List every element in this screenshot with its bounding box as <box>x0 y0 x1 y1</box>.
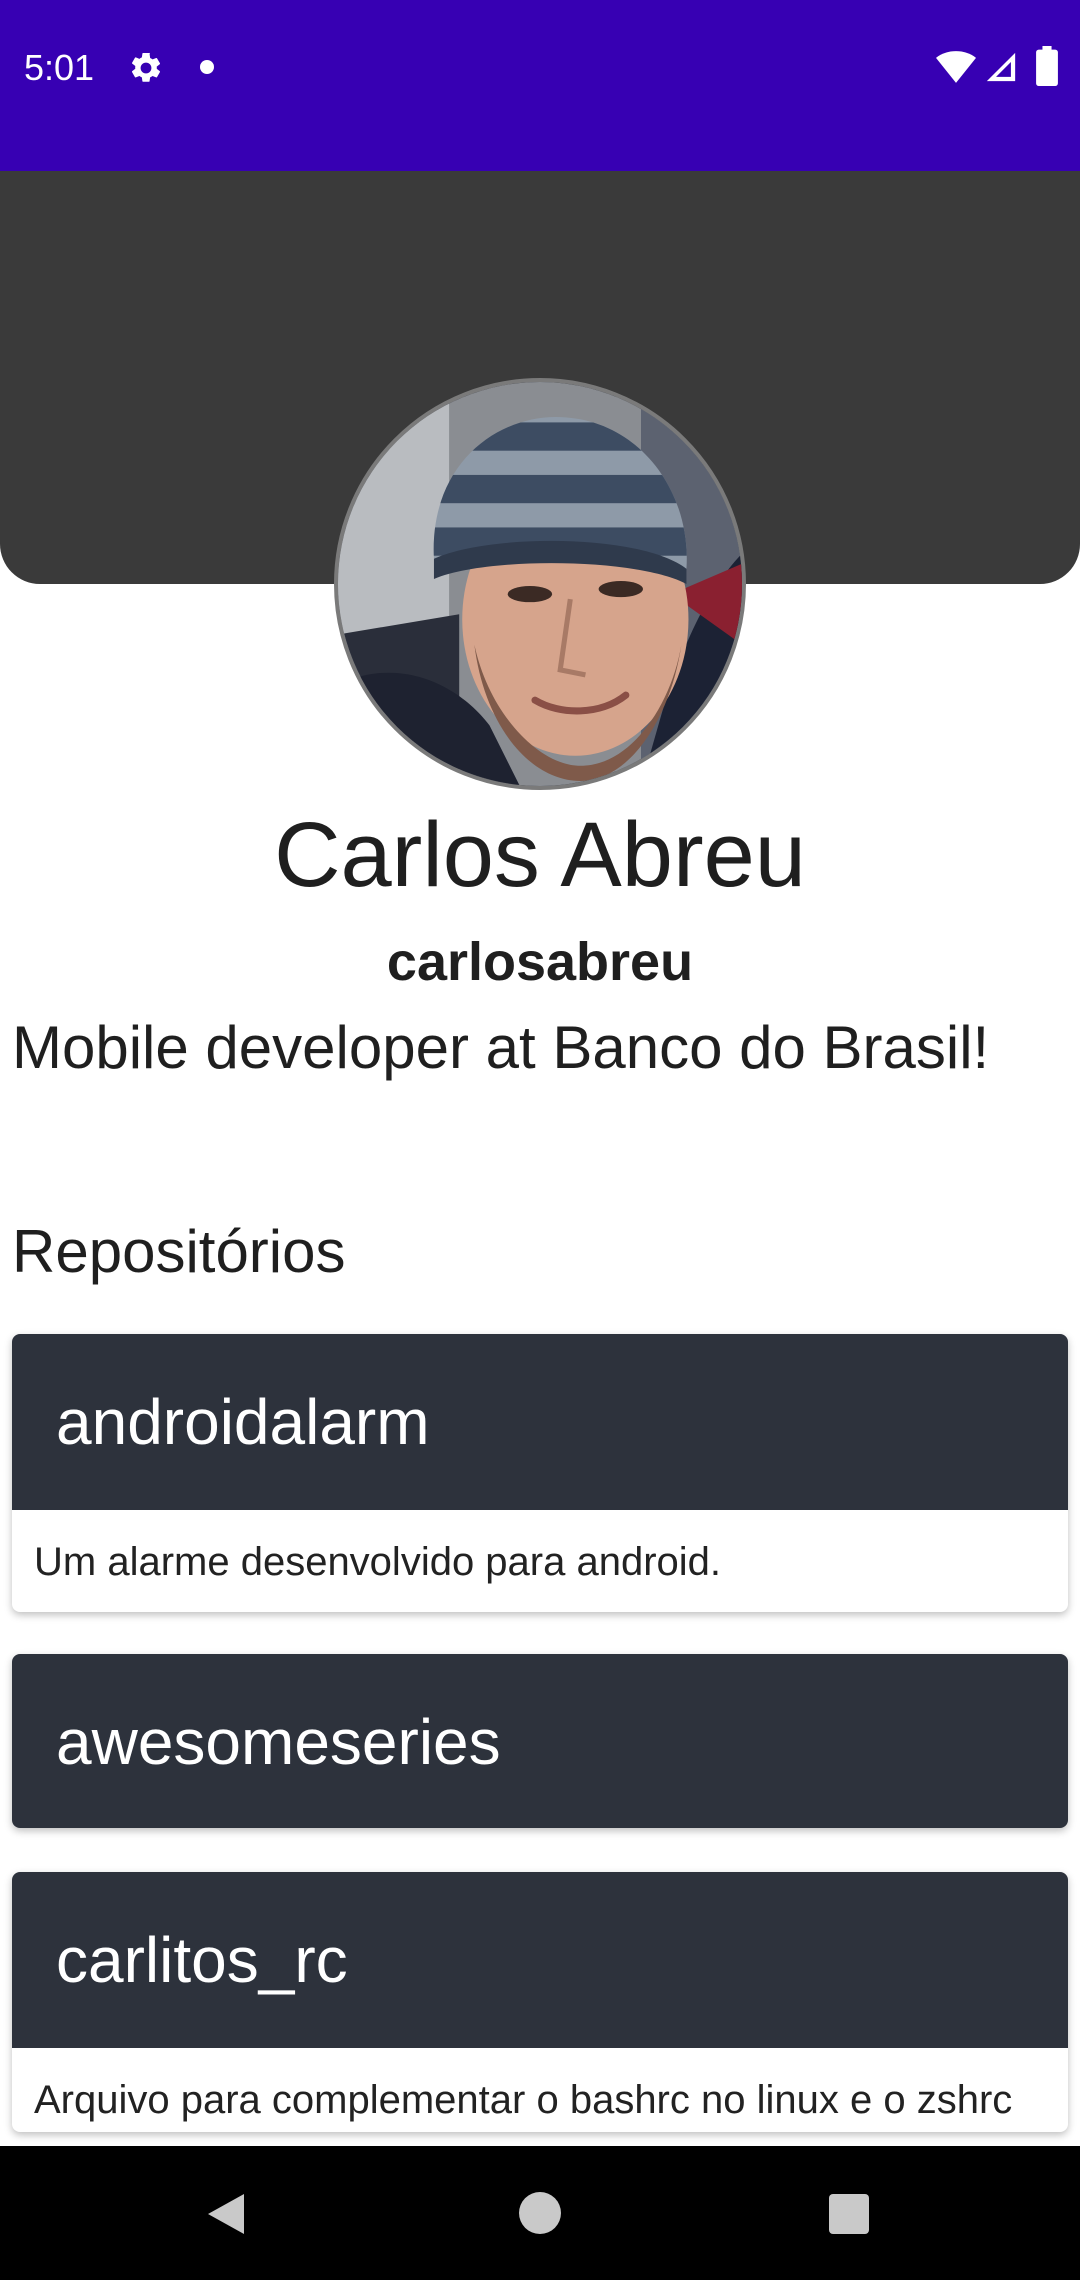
back-icon[interactable] <box>204 2190 248 2238</box>
status-time: 5:01 <box>24 47 95 88</box>
repositories-title: Repositórios <box>12 1218 346 1285</box>
repo-card-header: carlitos_rc <box>12 1872 1068 2048</box>
profile-login: carlosabreu <box>386 932 694 992</box>
status-bar: 5:01 <box>0 0 1080 171</box>
avatar-image <box>338 382 742 786</box>
repo-card[interactable]: carlitos_rc Arquivo para complementar o … <box>12 1872 1068 2132</box>
repo-description: Arquivo para complementar o bashrc no li… <box>34 2078 1013 2132</box>
gear-icon <box>131 52 161 82</box>
repo-description: Um alarme desenvolvido para android. <box>34 1540 722 1584</box>
navigation-bar <box>0 2146 1080 2280</box>
battery-icon <box>1036 46 1058 86</box>
repo-name: carlitos_rc <box>56 1924 348 1996</box>
repo-card[interactable]: androidalarm Um alarme desenvolvido para… <box>12 1334 1068 1612</box>
notification-dot-icon <box>200 60 214 74</box>
signal-icon <box>986 52 1016 82</box>
repo-card[interactable]: awesomeseries <box>12 1654 1068 1828</box>
repo-name: awesomeseries <box>56 1706 501 1778</box>
profile-bio: Mobile developer at Banco do Brasil! <box>12 1014 990 1081</box>
screen: 5:01 Carlos Abreu carlosabreu Mobile dev… <box>0 0 1080 2280</box>
recents-icon[interactable] <box>829 2194 869 2234</box>
profile-name: Carlos Abreu <box>274 804 806 906</box>
repo-card-header: androidalarm <box>12 1334 1068 1510</box>
repo-card-header: awesomeseries <box>12 1654 1068 1828</box>
repo-name: androidalarm <box>56 1386 430 1458</box>
home-icon[interactable] <box>519 2192 561 2234</box>
avatar <box>334 378 746 790</box>
wifi-icon <box>936 51 976 83</box>
